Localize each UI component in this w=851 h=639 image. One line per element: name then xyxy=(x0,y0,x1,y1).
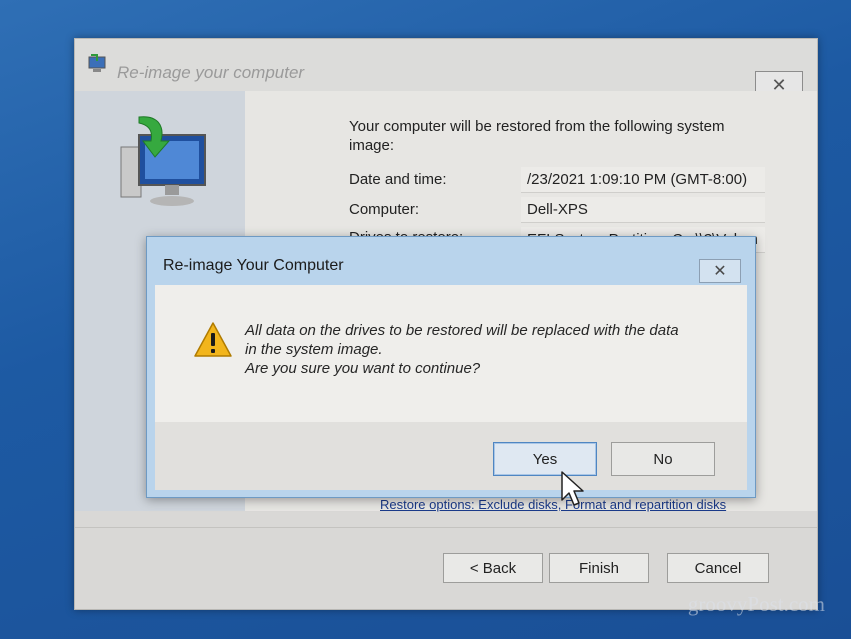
close-icon: ✕ xyxy=(713,263,727,280)
confirm-dialog: Re-image Your Computer ✕ All data on the… xyxy=(146,236,756,498)
watermark: groovyPost.com xyxy=(687,592,825,616)
computer-label: Computer: xyxy=(349,201,420,218)
footer-divider xyxy=(75,527,817,528)
back-button[interactable]: < Back xyxy=(443,553,543,583)
dialog-body: All data on the drives to be restored wi… xyxy=(155,285,747,422)
finish-button[interactable]: Finish xyxy=(549,553,649,583)
no-button[interactable]: No xyxy=(611,442,715,476)
window-titlebar: Re-image your computer ✕ xyxy=(75,39,817,99)
restore-options-link[interactable]: Restore options: Exclude disks, Format a… xyxy=(380,497,726,512)
dialog-close-button[interactable]: ✕ xyxy=(699,259,741,283)
system-restore-icon xyxy=(88,54,106,72)
mouse-pointer-icon xyxy=(561,471,584,506)
window-title: Re-image your computer xyxy=(117,63,305,82)
dialog-footer: Yes No xyxy=(155,422,747,490)
message-line: in the system image. xyxy=(245,341,383,358)
computer-value: Dell-XPS xyxy=(521,197,765,223)
cancel-button[interactable]: Cancel xyxy=(667,553,769,583)
dialog-title: Re-image Your Computer xyxy=(163,257,344,274)
dialog-message: All data on the drives to be restored wi… xyxy=(245,321,725,378)
message-line: Are you sure you want to continue? xyxy=(245,360,481,377)
warning-icon xyxy=(194,322,232,357)
computer-restore-icon xyxy=(120,116,206,206)
date-time-label: Date and time: xyxy=(349,171,447,188)
date-time-value: /23/2021 1:09:10 PM (GMT-8:00) xyxy=(521,167,765,193)
restore-intro-text: Your computer will be restored from the … xyxy=(349,118,725,154)
message-line: All data on the drives to be restored wi… xyxy=(245,322,679,339)
